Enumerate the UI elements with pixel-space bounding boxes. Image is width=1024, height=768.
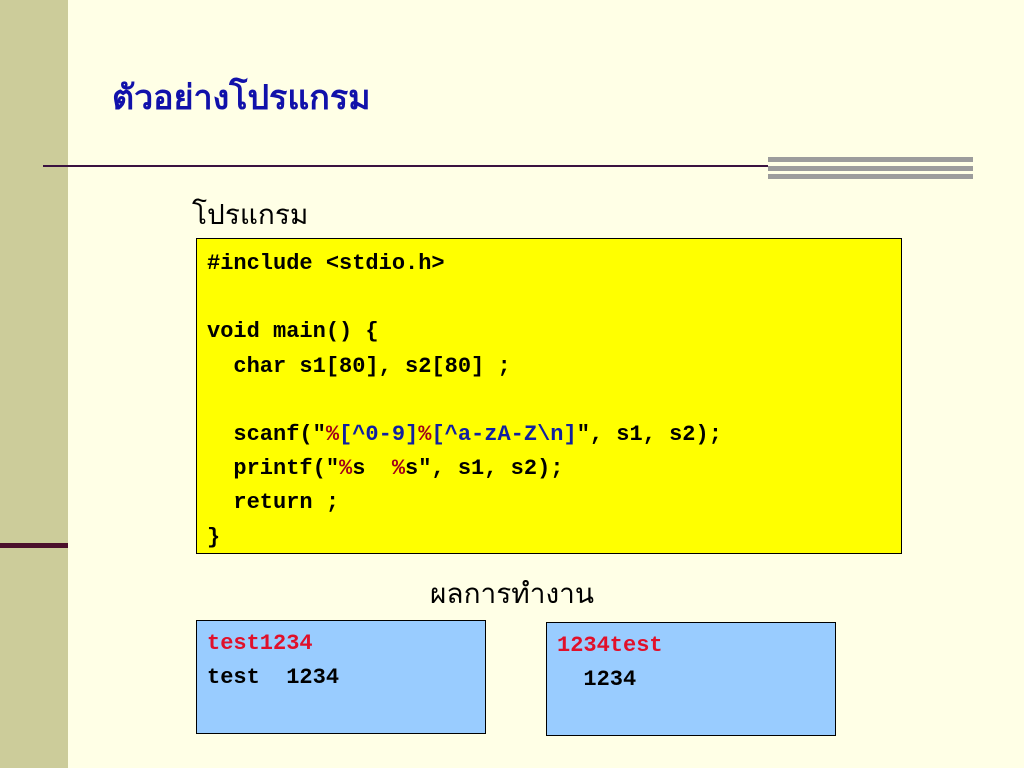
code-line-4: char s1[80], s2[80] ; [207,353,511,379]
code-token: printf(" [207,456,340,482]
left-accent-bar [0,543,68,548]
code-token: s", s1, s2); [405,456,564,482]
percent-token: % [391,456,406,482]
code-line-6: scanf("%[^0-9]%[^a-zA-Z\n]", s1, s2); [207,422,722,447]
divider-stripe-block [768,157,973,179]
code-token: s [352,456,392,482]
format-token: [^a-zA-Z\n] [431,422,577,448]
format-token: [^0-9] [339,422,419,448]
left-decorative-band [0,0,68,768]
output-result-text: test 1234 [207,665,340,690]
program-label: โปรแกรม [192,198,309,231]
result-label: ผลการทำงาน [430,577,594,610]
output-box-1: test1234 test 1234 [196,620,486,734]
slide-title: ตัวอย่างโปรแกรม [112,78,371,118]
code-line-1: #include <stdio.h> [207,251,445,276]
code-block: #include <stdio.h> void main() { char s1… [196,238,902,554]
code-line-7: printf("%s %s", s1, s2); [207,456,563,481]
code-line-9: } [207,524,221,550]
code-token: ", s1, s2); [576,422,722,448]
code-token: scanf(" [207,422,326,448]
output-result-text: 1234 [557,667,637,692]
code-text: #include <stdio.h> void main() { char s1… [207,247,891,555]
percent-token: % [325,422,340,448]
output-box-2: 1234test 1234 [546,622,836,736]
code-line-3: void main() { [207,319,379,345]
output-input-text: 1234test [557,633,663,658]
percent-token: % [418,422,432,448]
percent-token: % [339,456,353,482]
code-line-8: return ; [207,490,340,516]
output-input-text: test1234 [207,631,313,656]
